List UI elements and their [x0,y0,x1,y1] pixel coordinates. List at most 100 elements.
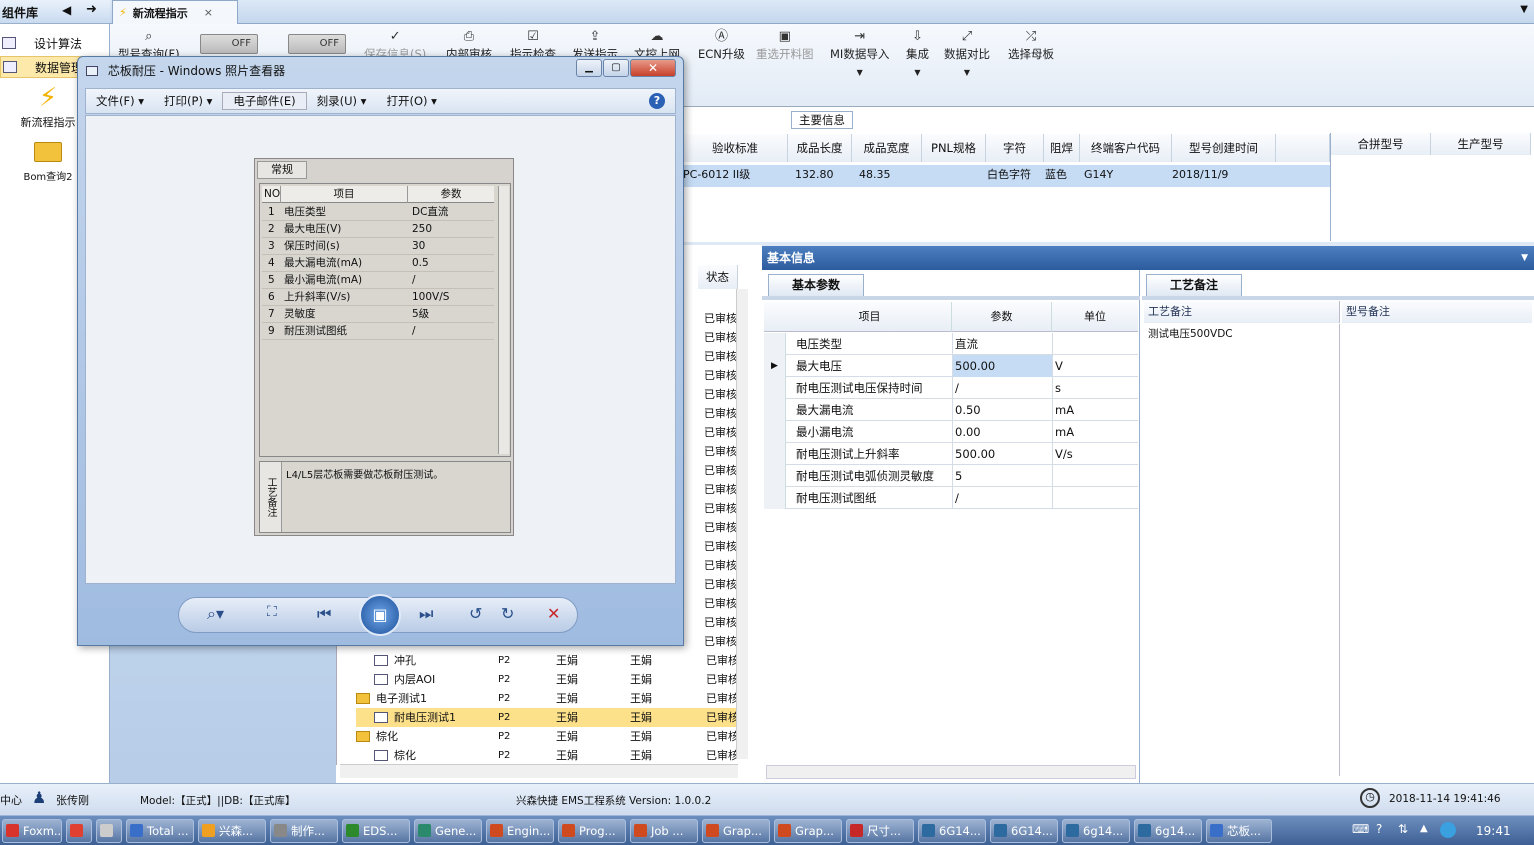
col-header[interactable]: 型号创建时间 [1172,134,1276,162]
data-compare-button[interactable]: ⤢ 数据对比 ▼ [944,28,990,88]
col-header[interactable]: 单位 [1052,302,1138,332]
tree-item-row[interactable]: 耐电压测试1 P2 王娟 王娟 已审核 [356,708,736,727]
tray-app-icon[interactable] [1440,822,1456,838]
col-header[interactable]: 终端客户代码 [1080,134,1172,162]
integrate-button[interactable]: ⇩ 集成 ▼ [906,28,929,88]
close-button[interactable]: ✕ [630,59,676,77]
network-icon[interactable]: ⇅ [1398,822,1408,836]
taskbar-button[interactable] [66,819,92,843]
tile-new-flow[interactable]: ⚡ 新流程指示 [8,82,88,130]
rotate-left-icon[interactable]: ↺ [469,604,482,623]
taskbar-button[interactable]: Total ... [126,819,194,843]
pane-menu-icon[interactable]: ▼ [1521,246,1528,270]
tab-dropdown-icon[interactable]: ▼ [1520,4,1528,15]
taskbar-clock[interactable]: 19:41 [1476,824,1511,838]
col-header[interactable]: 参数 [952,302,1052,332]
taskbar-button[interactable]: 兴森... [198,819,266,843]
taskbar-button[interactable]: 6G14... [918,819,986,843]
taskbar-button[interactable]: Grap... [774,819,842,843]
chevron-down-icon[interactable]: ▼ [857,68,863,77]
menu-print[interactable]: 打印(P) ▾ [154,93,222,109]
param-row[interactable]: ▶ 最大电压 500.00 V [764,355,1138,377]
tree-item-row[interactable]: 棕化 P2 王娟 王娟 已审核 [356,746,736,765]
menu-burn[interactable]: 刻录(U) ▾ [307,93,377,109]
collapse-left-icon[interactable]: ◀ [62,3,71,17]
tab-close-icon[interactable]: × [204,6,213,19]
taskbar-button[interactable]: 6g14... [1134,819,1202,843]
param-row[interactable]: 耐电压测试电压保持时间 / s [764,377,1138,399]
menu-file[interactable]: 文件(F) ▾ [86,93,154,109]
process-note-text[interactable]: 测试电压500VDC [1144,324,1340,776]
col-header[interactable]: 成品宽度 [852,134,922,162]
toggle-switch-2[interactable]: OFF [288,34,346,54]
previous-icon[interactable]: ⏮ [317,604,331,624]
taskbar-button[interactable]: Job ... [630,819,698,843]
col-header[interactable]: 字符 [986,134,1044,162]
param-value[interactable]: 0.00 [952,421,1052,443]
taskbar-button[interactable]: 6g14... [1062,819,1130,843]
model-note-text[interactable] [1342,324,1532,776]
slideshow-icon[interactable]: ▣ [359,594,401,636]
tree-item-row[interactable]: 冲孔 P2 王娟 王娟 已审核 [356,651,736,670]
taskbar-button[interactable]: EDS... [342,819,410,843]
minimize-button[interactable]: ▁ [576,59,602,77]
pin-icon[interactable]: ➜ [86,2,97,17]
param-row[interactable]: 最大漏电流 0.50 mA [764,399,1138,421]
param-value[interactable]: 500.00 [952,355,1052,377]
keyboard-icon[interactable]: ⌨ [1352,822,1369,836]
col-header[interactable]: 验收标准 [683,134,788,162]
col-header[interactable]: PNL规格 [922,134,986,162]
horizontal-scrollbar[interactable] [766,765,1136,779]
taskbar-button[interactable] [96,819,122,843]
tab-process-notes[interactable]: 工艺备注 [1146,274,1242,296]
col-header[interactable]: 阻焊 [1044,134,1080,162]
menu-open[interactable]: 打开(O) ▾ [376,93,446,109]
col-header-status[interactable]: 状态 [698,265,738,289]
toggle-switch-1[interactable]: OFF [200,34,258,54]
param-value[interactable]: 500.00 [952,443,1052,465]
col-header[interactable]: 生产型号 [1431,133,1531,155]
col-header[interactable]: 成品长度 [788,134,852,162]
taskbar-button[interactable]: 芯板... [1206,819,1272,843]
actual-size-icon[interactable]: ⛶ [267,604,277,620]
col-header[interactable]: 合拼型号 [1331,133,1431,155]
horizontal-scrollbar[interactable] [340,764,738,778]
rotate-right-icon[interactable]: ↻ [501,604,514,623]
taskbar-button[interactable]: Prog... [558,819,626,843]
help-icon[interactable]: ? [649,93,665,109]
tree-item-row[interactable]: 内层AOI P2 王娟 王娟 已审核 [356,670,736,689]
tree-folder-row[interactable]: 棕化 P2 王娟 王娟 已审核 [356,727,736,746]
sidebar-item-design[interactable]: 设计算法 [0,32,110,54]
tab-basic-params[interactable]: 基本参数 [768,274,864,296]
param-value[interactable]: 0.50 [952,399,1052,421]
taskbar-button[interactable]: 6G14... [990,819,1058,843]
delete-icon[interactable]: ✕ [547,604,560,623]
param-row[interactable]: 耐电压测试电弧侦测灵敏度 5 [764,465,1138,487]
taskbar-button[interactable]: 尺寸... [846,819,914,843]
tray-expand-icon[interactable]: ▲ [1420,823,1428,834]
next-icon[interactable]: ⏭ [419,604,433,624]
reselect-cut-button[interactable]: ▣ 重选开料图 [756,28,814,88]
menu-email[interactable]: 电子邮件(E) [222,92,307,110]
taskbar-button[interactable]: Grap... [702,819,770,843]
taskbar-button[interactable]: Foxm... [2,819,62,843]
param-value[interactable]: / [952,377,1052,399]
param-value[interactable]: 5 [952,465,1052,487]
param-row[interactable]: 耐电压测试上升斜率 500.00 V/s [764,443,1138,465]
maximize-button[interactable]: ▢ [603,59,629,77]
table-row[interactable]: PC-6012 II级 132.80 48.35 白色字符 蓝色 G14Y 20… [683,165,1330,187]
taskbar-button[interactable]: Engin... [486,819,554,843]
tree-folder-row[interactable]: 电子测试1 P2 王娟 王娟 已审核 [356,689,736,708]
taskbar-button[interactable]: Gene... [414,819,482,843]
select-motherboard-button[interactable]: ⤮ 选择母板 [1008,28,1054,88]
param-row[interactable]: 最小漏电流 0.00 mA [764,421,1138,443]
col-header[interactable]: 项目 [788,302,952,332]
taskbar-button[interactable]: 制作... [270,819,338,843]
mi-import-button[interactable]: ⇥ MI数据导入 ▼ [830,28,889,88]
param-row[interactable]: 电压类型 直流 [764,333,1138,355]
tile-bom-query[interactable]: Bom查询2 [8,142,88,183]
param-value[interactable]: / [952,487,1052,509]
ecn-upgrade-button[interactable]: Ⓐ ECN升级 [698,28,745,88]
chevron-down-icon[interactable]: ▼ [964,68,970,77]
tab-new-flow[interactable]: ⚡ 新流程指示 × [112,0,238,24]
